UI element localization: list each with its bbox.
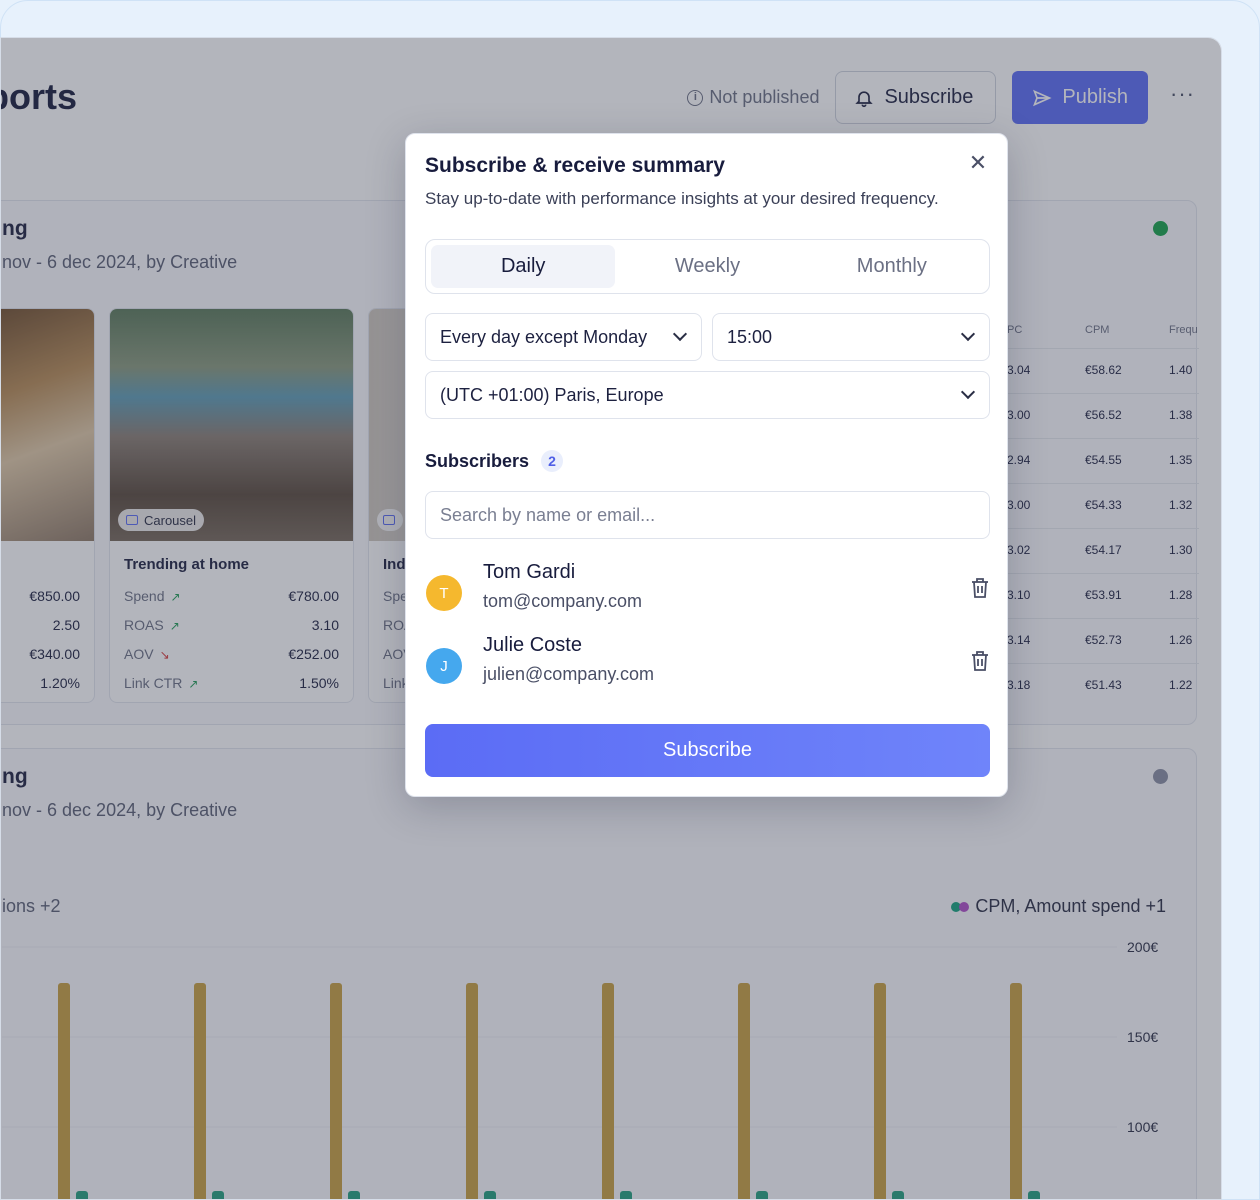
modal-title: Subscribe & receive summary: [425, 154, 725, 177]
close-icon[interactable]: ✕: [967, 152, 989, 174]
subscriber-row: J Julie Coste julien@company.com: [425, 634, 990, 694]
subscribe-modal: Subscribe & receive summary ✕ Stay up-to…: [405, 133, 1008, 797]
timezone-value: (UTC +01:00) Paris, Europe: [440, 384, 664, 405]
subscriber-email: tom@company.com: [483, 591, 642, 611]
frequency-tabs: Daily Weekly Monthly: [425, 239, 990, 294]
tab-weekly[interactable]: Weekly: [615, 245, 799, 288]
day-rule-select[interactable]: Every day except Monday: [425, 313, 702, 361]
avatar: T: [426, 575, 462, 611]
tab-daily[interactable]: Daily: [431, 245, 616, 288]
subscribers-count-badge: 2: [541, 450, 564, 472]
modal-subtitle: Stay up-to-date with performance insight…: [425, 189, 939, 208]
chevron-down-icon: [672, 326, 688, 342]
tab-monthly[interactable]: Monthly: [800, 245, 984, 288]
day-rule-value: Every day except Monday: [440, 326, 648, 347]
time-select[interactable]: 15:00: [712, 313, 990, 361]
subscriber-name: Julie Coste: [483, 634, 582, 656]
chevron-down-icon: [960, 326, 976, 342]
subscribers-label: Subscribers: [425, 450, 530, 471]
time-value: 15:00: [727, 326, 773, 347]
timezone-select[interactable]: (UTC +01:00) Paris, Europe: [425, 371, 990, 419]
trash-icon[interactable]: [971, 577, 989, 599]
trash-icon[interactable]: [971, 650, 989, 672]
subscriber-email: julien@company.com: [483, 664, 655, 684]
subscriber-name: Tom Gardi: [483, 561, 576, 583]
subscribers-heading: Subscribers 2: [425, 450, 564, 472]
subscribe-button[interactable]: Subscribe: [425, 724, 990, 777]
avatar: J: [426, 648, 462, 684]
subscriber-row: T Tom Gardi tom@company.com: [425, 561, 990, 621]
subscriber-search-input[interactable]: [425, 491, 990, 539]
chevron-down-icon: [960, 384, 976, 400]
